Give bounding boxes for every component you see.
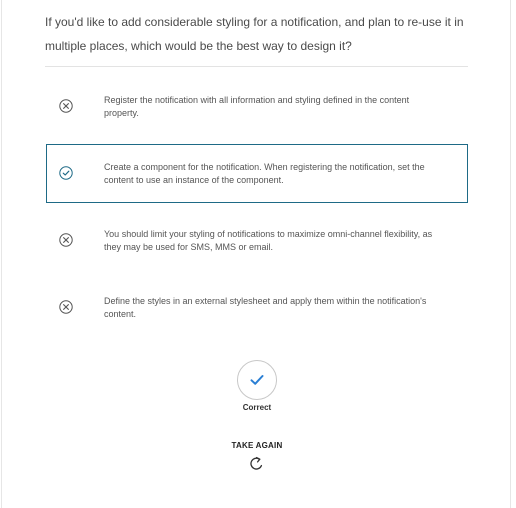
divider (45, 66, 468, 67)
x-circle-icon (59, 300, 73, 314)
x-circle-icon (59, 99, 73, 113)
answer-option-3[interactable]: You should limit your styling of notific… (46, 211, 468, 270)
answer-option-label: Create a component for the notification.… (104, 161, 425, 185)
answer-option-label: Define the styles in an external stylesh… (104, 295, 427, 319)
result-badge (237, 360, 277, 400)
result-label: Correct (242, 403, 272, 412)
answer-option-label: You should limit your styling of notific… (104, 228, 433, 252)
refresh-icon[interactable] (249, 456, 265, 472)
question-text: If you'd like to add considerable stylin… (45, 15, 464, 53)
answer-option-2[interactable]: Create a component for the notification.… (46, 144, 468, 203)
checkmark-icon (250, 375, 264, 385)
x-circle-icon (59, 233, 73, 247)
answer-option-4[interactable]: Define the styles in an external stylesh… (46, 278, 468, 337)
answer-option-label: Register the notification with all infor… (104, 94, 410, 118)
check-circle-icon (59, 166, 73, 180)
quiz-panel: If you'd like to add considerable stylin… (1, 0, 511, 508)
take-again-button[interactable]: TAKE AGAIN (207, 441, 307, 450)
answer-option-1[interactable]: Register the notification with all infor… (46, 77, 468, 136)
